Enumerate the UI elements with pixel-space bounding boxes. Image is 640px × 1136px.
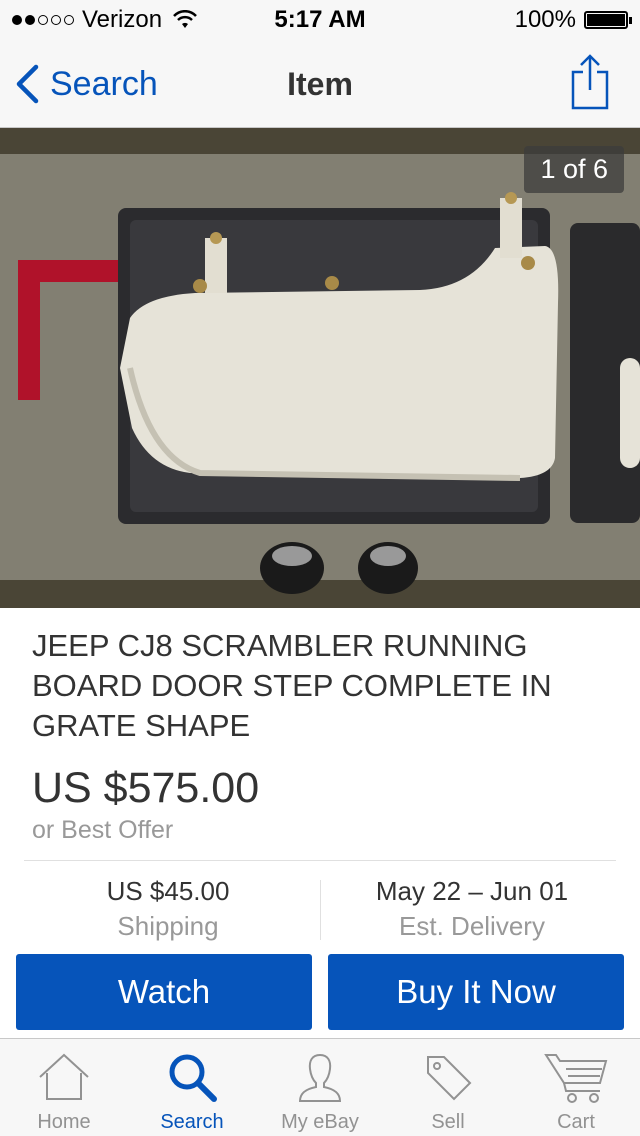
battery-percent: 100% xyxy=(514,6,576,33)
tab-label: Home xyxy=(37,1111,91,1133)
tab-search[interactable]: Search xyxy=(128,1039,256,1136)
shipping-value: US $45.00 xyxy=(106,876,230,906)
tab-cart[interactable]: Cart xyxy=(512,1039,640,1136)
tab-sell[interactable]: Sell xyxy=(384,1039,512,1136)
navigation-bar: Search Item xyxy=(0,40,640,128)
tab-label: Sell xyxy=(431,1111,465,1133)
item-title: JEEP CJ8 SCRAMBLER RUNNING BOARD DOOR ST… xyxy=(32,628,552,743)
tab-label: Search xyxy=(160,1111,224,1133)
item-image xyxy=(0,128,640,608)
delivery-info: May 22 – Jun 01 Est. Delivery xyxy=(312,876,632,942)
battery: 100% xyxy=(514,6,632,34)
delivery-label: Est. Delivery xyxy=(399,911,545,941)
tab-home[interactable]: Home xyxy=(0,1039,128,1136)
share-icon xyxy=(571,54,609,110)
tab-my-ebay[interactable]: My eBay xyxy=(256,1039,384,1136)
tag-icon xyxy=(427,1056,472,1101)
shipping-label: Shipping xyxy=(117,911,219,941)
tab-label: My eBay xyxy=(281,1111,359,1133)
best-offer-label: or Best Offer xyxy=(32,816,174,844)
photo-counter: 1 of 6 xyxy=(524,146,624,193)
cart-icon xyxy=(544,1054,608,1103)
shipping-info: US $45.00 Shipping xyxy=(8,876,328,942)
share-button[interactable] xyxy=(570,54,610,115)
tab-label: Cart xyxy=(557,1111,595,1133)
page-title: Item xyxy=(287,66,353,102)
person-icon xyxy=(298,1053,342,1102)
item-price: US $575.00 xyxy=(32,764,260,812)
item-photo[interactable]: 1 of 6 xyxy=(0,128,640,608)
divider xyxy=(24,860,616,861)
home-icon xyxy=(39,1053,89,1100)
delivery-value: May 22 – Jun 01 xyxy=(375,876,569,906)
watch-button[interactable]: Watch xyxy=(16,954,312,1030)
battery-icon xyxy=(584,11,632,29)
status-bar: Verizon 5:17 AM 100% xyxy=(0,0,640,40)
buy-it-now-button[interactable]: Buy It Now xyxy=(328,954,624,1030)
search-icon xyxy=(169,1054,217,1102)
tab-bar: Home Search My eBay Sell Cart xyxy=(0,1038,640,1136)
